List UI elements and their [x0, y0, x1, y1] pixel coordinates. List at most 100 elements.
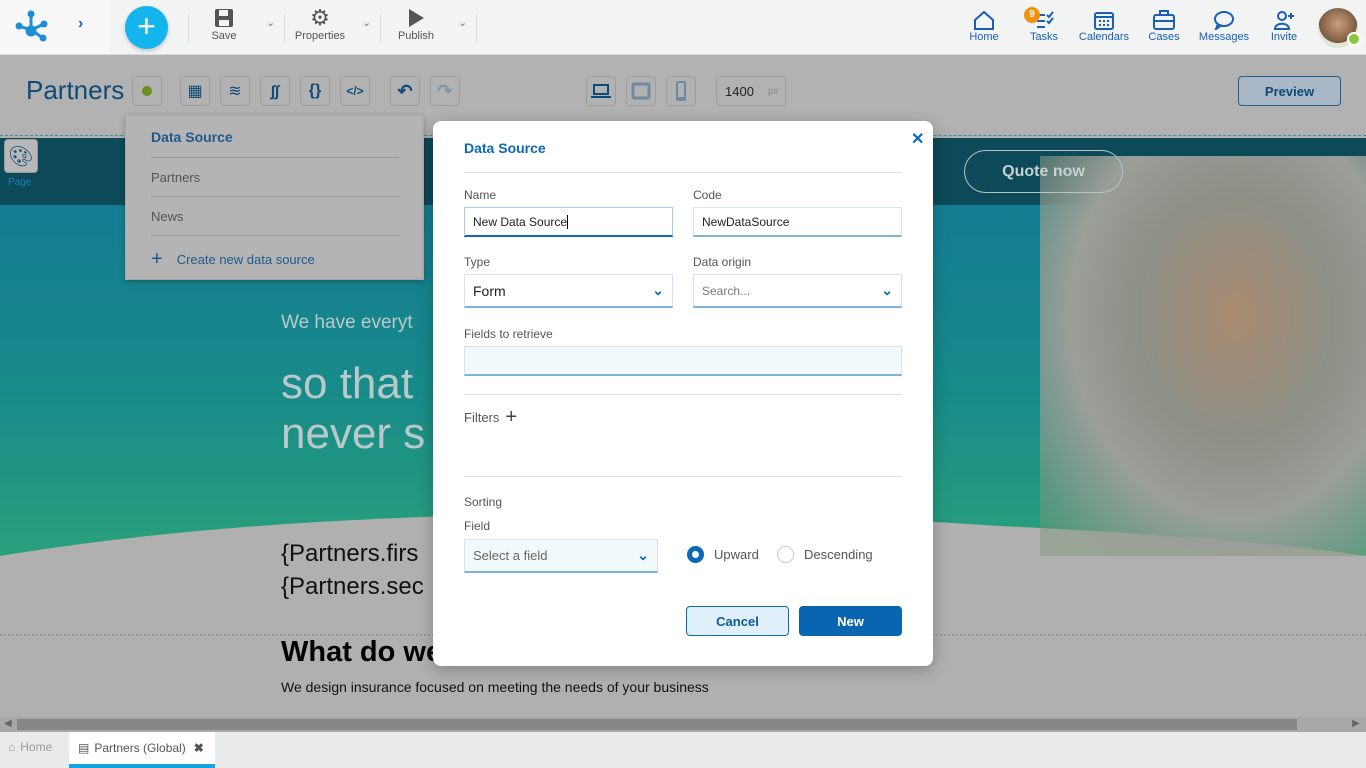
code-input[interactable]: NewDataSource — [693, 207, 902, 237]
gear-icon: ⚙ — [310, 5, 330, 30]
publish-label: Publish — [397, 30, 435, 42]
new-button[interactable]: New — [799, 606, 902, 636]
type-select[interactable]: Form ⌄ — [464, 274, 673, 308]
undo-icon: ↶ — [397, 80, 413, 101]
close-tab-icon[interactable]: ✖ — [194, 741, 204, 755]
preview-button[interactable]: Preview — [1238, 76, 1341, 106]
properties-menu-chevron-icon[interactable]: ⌄ — [362, 16, 371, 29]
status-button[interactable] — [132, 76, 162, 106]
expand-chevron-icon[interactable]: › — [78, 15, 83, 33]
type-value: Form — [473, 282, 506, 299]
close-icon[interactable]: ✕ — [911, 129, 924, 149]
save-label: Save — [211, 30, 237, 42]
tab-partners-global[interactable]: ▤ Partners (Global) ✖ — [69, 732, 215, 768]
data-source-menu: Data Source Partners News + Create new da… — [125, 115, 424, 280]
top-bar: › + Save ⌄ ⚙ Properties ⌄ Publish ⌄ Home… — [0, 0, 1366, 55]
save-button[interactable]: Save — [204, 6, 244, 42]
nav-home[interactable]: Home — [966, 9, 1002, 43]
width-input[interactable]: 1400 px — [716, 76, 786, 106]
nav-label: Home — [969, 31, 999, 43]
fields-to-retrieve-input[interactable] — [464, 346, 902, 376]
sort-field-select[interactable]: Select a field ⌄ — [464, 539, 658, 573]
nav-label: Tasks — [1029, 31, 1059, 43]
tab-label: Home — [20, 740, 53, 754]
scroll-right-icon[interactable]: ▶ — [1352, 718, 1360, 729]
filters-label: Filters — [464, 409, 500, 425]
add-filter-plus-icon[interactable]: + — [505, 407, 517, 427]
save-menu-chevron-icon[interactable]: ⌄ — [266, 16, 275, 29]
tablet-icon — [631, 82, 651, 100]
nav-invite[interactable]: Invite — [1266, 9, 1302, 43]
hero-subtitle: We have everyt — [281, 312, 413, 333]
quote-now-button[interactable]: Quote now — [964, 150, 1123, 193]
type-label: Type — [464, 255, 491, 269]
hero-title-line1: so that — [281, 359, 414, 408]
publish-menu-chevron-icon[interactable]: ⌄ — [458, 16, 467, 29]
data-origin-select[interactable]: Search... ⌄ — [693, 274, 902, 308]
tab-home[interactable]: ⌂ Home — [8, 740, 52, 754]
briefcase-icon — [1153, 10, 1175, 30]
radio-upward[interactable]: Upward — [687, 546, 759, 563]
sorting-label: Sorting — [464, 495, 503, 509]
hero-photo — [1040, 156, 1366, 556]
logo-icon[interactable] — [14, 10, 48, 42]
mobile-icon — [676, 81, 686, 101]
properties-button[interactable]: ⚙ Properties — [292, 5, 348, 42]
layers-icon: ≋ — [228, 83, 242, 100]
status-dot — [142, 86, 152, 96]
data-source-button[interactable]: ∫∫ — [260, 76, 290, 106]
page-icon: ▤ — [78, 741, 90, 755]
cancel-button[interactable]: Cancel — [686, 606, 789, 636]
name-label: Name — [464, 188, 497, 202]
upward-label: Upward — [714, 547, 759, 562]
width-value: 1400 — [725, 83, 754, 99]
nav-label: Calendars — [1078, 31, 1130, 43]
create-label: Create new data source — [176, 252, 315, 267]
menu-title: Data Source — [151, 129, 399, 158]
field-placeholder: Select a field — [473, 548, 548, 563]
menu-item-partners[interactable]: Partners — [151, 158, 399, 197]
tablet-view-button[interactable] — [626, 76, 656, 106]
tab-bar: ⌂ Home ▤ Partners (Global) ✖ — [0, 732, 1366, 768]
home-icon: ⌂ — [8, 740, 16, 754]
components-button[interactable]: ▦ — [180, 76, 210, 106]
code-value: NewDataSource — [702, 214, 790, 229]
nav-cases[interactable]: Cases — [1146, 9, 1182, 43]
dialog-title: Data Source — [464, 140, 546, 156]
redo-button[interactable]: ↷ — [430, 76, 460, 106]
layers-button[interactable]: ≋ — [220, 76, 250, 106]
nav-tasks[interactable]: Tasks 9 — [1024, 7, 1062, 43]
radio-descending[interactable]: Descending — [777, 546, 873, 563]
name-input[interactable]: New Data Source — [464, 207, 673, 237]
add-button[interactable]: + — [125, 6, 168, 49]
page-title: Partners — [26, 75, 125, 105]
scroll-left-icon[interactable]: ◀ — [4, 718, 12, 729]
undo-button[interactable]: ↶ — [390, 76, 420, 106]
code-button[interactable]: </> — [340, 76, 370, 106]
nav-calendars[interactable]: Calendars — [1078, 9, 1130, 43]
properties-label: Properties — [294, 30, 346, 42]
nav-label: Messages — [1198, 31, 1250, 43]
palette-icon: 🎨︎ — [8, 145, 34, 168]
filters-row: Filters + — [464, 407, 517, 427]
publish-button[interactable]: Publish — [395, 6, 437, 42]
chevron-down-icon: ⌄ — [637, 547, 649, 563]
menu-item-news[interactable]: News — [151, 197, 399, 236]
page-settings-button[interactable]: 🎨︎ — [4, 139, 38, 173]
descending-label: Descending — [804, 547, 873, 562]
mobile-view-button[interactable] — [666, 76, 696, 106]
section-heading: What do we — [281, 636, 443, 668]
radio-unchecked-icon — [777, 546, 794, 563]
calendar-icon — [1094, 12, 1114, 30]
scrollbar-thumb[interactable] — [17, 719, 1297, 730]
nav-messages[interactable]: Messages — [1198, 9, 1250, 43]
braces-button[interactable]: {} — [300, 76, 330, 106]
nav-label: Cases — [1148, 31, 1180, 43]
horizontal-scrollbar[interactable]: ◀ ▶ — [0, 717, 1366, 732]
create-data-source-link[interactable]: + Create new data source — [151, 248, 315, 271]
desktop-view-button[interactable] — [586, 76, 616, 106]
tab-label: Partners (Global) — [94, 741, 186, 755]
partners-field-2: {Partners.sec — [281, 573, 424, 600]
braces-icon: {} — [308, 82, 322, 99]
hero-title-line2: never s — [281, 409, 426, 458]
